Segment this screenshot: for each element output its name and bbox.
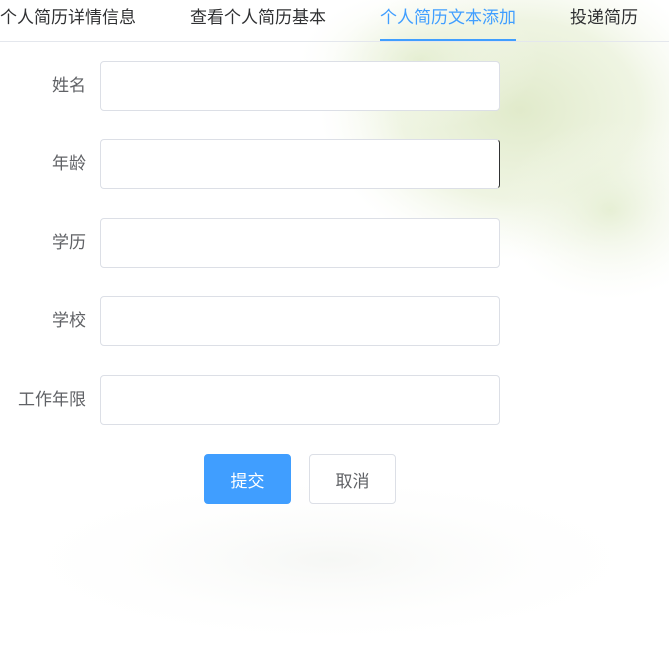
age-input[interactable] bbox=[100, 139, 500, 189]
form-row-name: 姓名 bbox=[0, 61, 520, 111]
school-label: 学校 bbox=[52, 311, 86, 331]
tab-submit-resume[interactable]: 投递简历 bbox=[570, 0, 638, 40]
form-row-work-years: 工作年限 bbox=[0, 375, 520, 425]
school-input[interactable] bbox=[100, 296, 500, 346]
tab-add-resume-text[interactable]: 个人简历文本添加 bbox=[380, 0, 516, 41]
form-row-age: 年龄 bbox=[0, 139, 520, 189]
form-row-school: 学校 bbox=[0, 296, 520, 346]
name-input[interactable] bbox=[100, 61, 500, 111]
name-label: 姓名 bbox=[52, 76, 86, 96]
tab-resume-details[interactable]: 个人简历详情信息 bbox=[0, 0, 136, 40]
work-years-label: 工作年限 bbox=[18, 390, 86, 410]
age-label: 年龄 bbox=[52, 154, 86, 174]
form-row-education: 学历 bbox=[0, 218, 520, 268]
work-years-input[interactable] bbox=[100, 375, 500, 425]
tab-bar: 个人简历详情信息 查看个人简历基本 个人简历文本添加 投递简历 bbox=[0, 0, 669, 42]
tab-view-resume-basic[interactable]: 查看个人简历基本 bbox=[190, 0, 326, 40]
education-input[interactable] bbox=[100, 218, 500, 268]
education-label: 学历 bbox=[52, 233, 86, 253]
submit-button[interactable]: 提交 bbox=[204, 454, 291, 504]
cancel-button[interactable]: 取消 bbox=[309, 454, 396, 504]
